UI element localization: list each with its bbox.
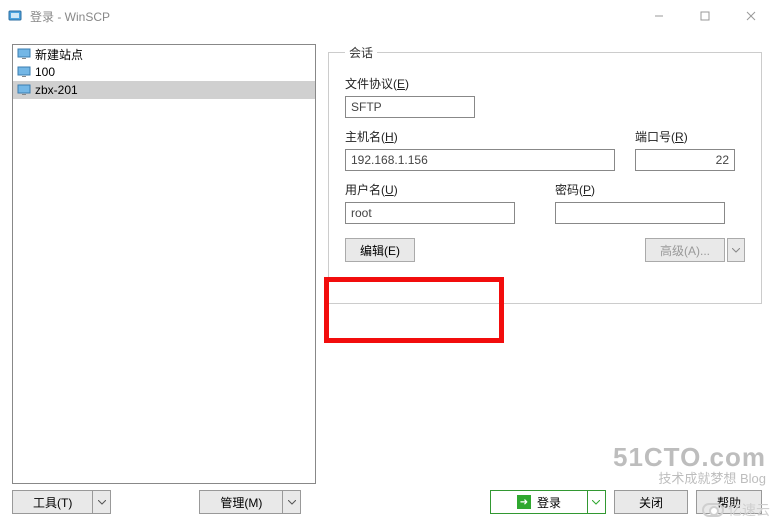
site-item-label: 100 bbox=[35, 65, 55, 79]
advanced-dropdown-icon[interactable] bbox=[727, 238, 745, 262]
host-label: 主机名(H) bbox=[345, 128, 615, 145]
close-button[interactable] bbox=[728, 0, 774, 32]
tools-label: 工具(T) bbox=[33, 494, 72, 511]
monitor-icon bbox=[17, 66, 31, 78]
help-button[interactable]: 帮助 bbox=[696, 490, 762, 514]
site-item-zbx201[interactable]: zbx-201 bbox=[13, 81, 315, 99]
site-item-100[interactable]: 100 bbox=[13, 63, 315, 81]
chevron-down-icon[interactable] bbox=[93, 490, 111, 514]
minimize-button[interactable] bbox=[636, 0, 682, 32]
advanced-button: 高级(A)... bbox=[645, 238, 725, 262]
protocol-combobox[interactable] bbox=[345, 96, 475, 118]
edit-button[interactable]: 编辑(E) bbox=[345, 238, 415, 262]
monitor-icon bbox=[17, 48, 31, 60]
titlebar: 登录 - WinSCP bbox=[0, 0, 774, 32]
username-input[interactable] bbox=[345, 202, 515, 224]
site-item-new[interactable]: 新建站点 bbox=[13, 45, 315, 63]
window-title: 登录 - WinSCP bbox=[30, 8, 636, 25]
login-button[interactable]: ➜ 登录 bbox=[490, 490, 606, 514]
help-label: 帮助 bbox=[717, 494, 741, 511]
site-list[interactable]: 新建站点 100 zbx-201 bbox=[12, 44, 316, 484]
login-icon: ➜ bbox=[517, 495, 531, 509]
close-dialog-button[interactable]: 关闭 bbox=[614, 490, 688, 514]
session-legend: 会话 bbox=[345, 44, 377, 61]
bottom-bar: 工具(T) 管理(M) ➜ 登录 关闭 帮助 bbox=[0, 484, 774, 524]
chevron-down-icon[interactable] bbox=[283, 490, 301, 514]
maximize-button[interactable] bbox=[682, 0, 728, 32]
port-label: 端口号(R) bbox=[635, 128, 745, 145]
login-label: 登录 bbox=[537, 494, 561, 511]
monitor-icon bbox=[17, 84, 31, 96]
session-group: 会话 文件协议(E) 主机名(H) 端口号(R) 用户名(U) bbox=[328, 44, 762, 304]
site-item-label: 新建站点 bbox=[35, 46, 83, 63]
manage-label: 管理(M) bbox=[220, 494, 262, 511]
protocol-label: 文件协议(E) bbox=[345, 75, 745, 92]
tools-button[interactable]: 工具(T) bbox=[12, 490, 111, 514]
close-label: 关闭 bbox=[639, 494, 663, 511]
port-input[interactable] bbox=[635, 149, 735, 171]
password-input[interactable] bbox=[555, 202, 725, 224]
host-input[interactable] bbox=[345, 149, 615, 171]
password-label: 密码(P) bbox=[555, 181, 745, 198]
chevron-down-icon[interactable] bbox=[588, 490, 606, 514]
app-icon bbox=[8, 8, 24, 24]
window-buttons bbox=[636, 0, 774, 32]
manage-button[interactable]: 管理(M) bbox=[199, 490, 301, 514]
username-label: 用户名(U) bbox=[345, 181, 535, 198]
site-item-label: zbx-201 bbox=[35, 83, 78, 97]
